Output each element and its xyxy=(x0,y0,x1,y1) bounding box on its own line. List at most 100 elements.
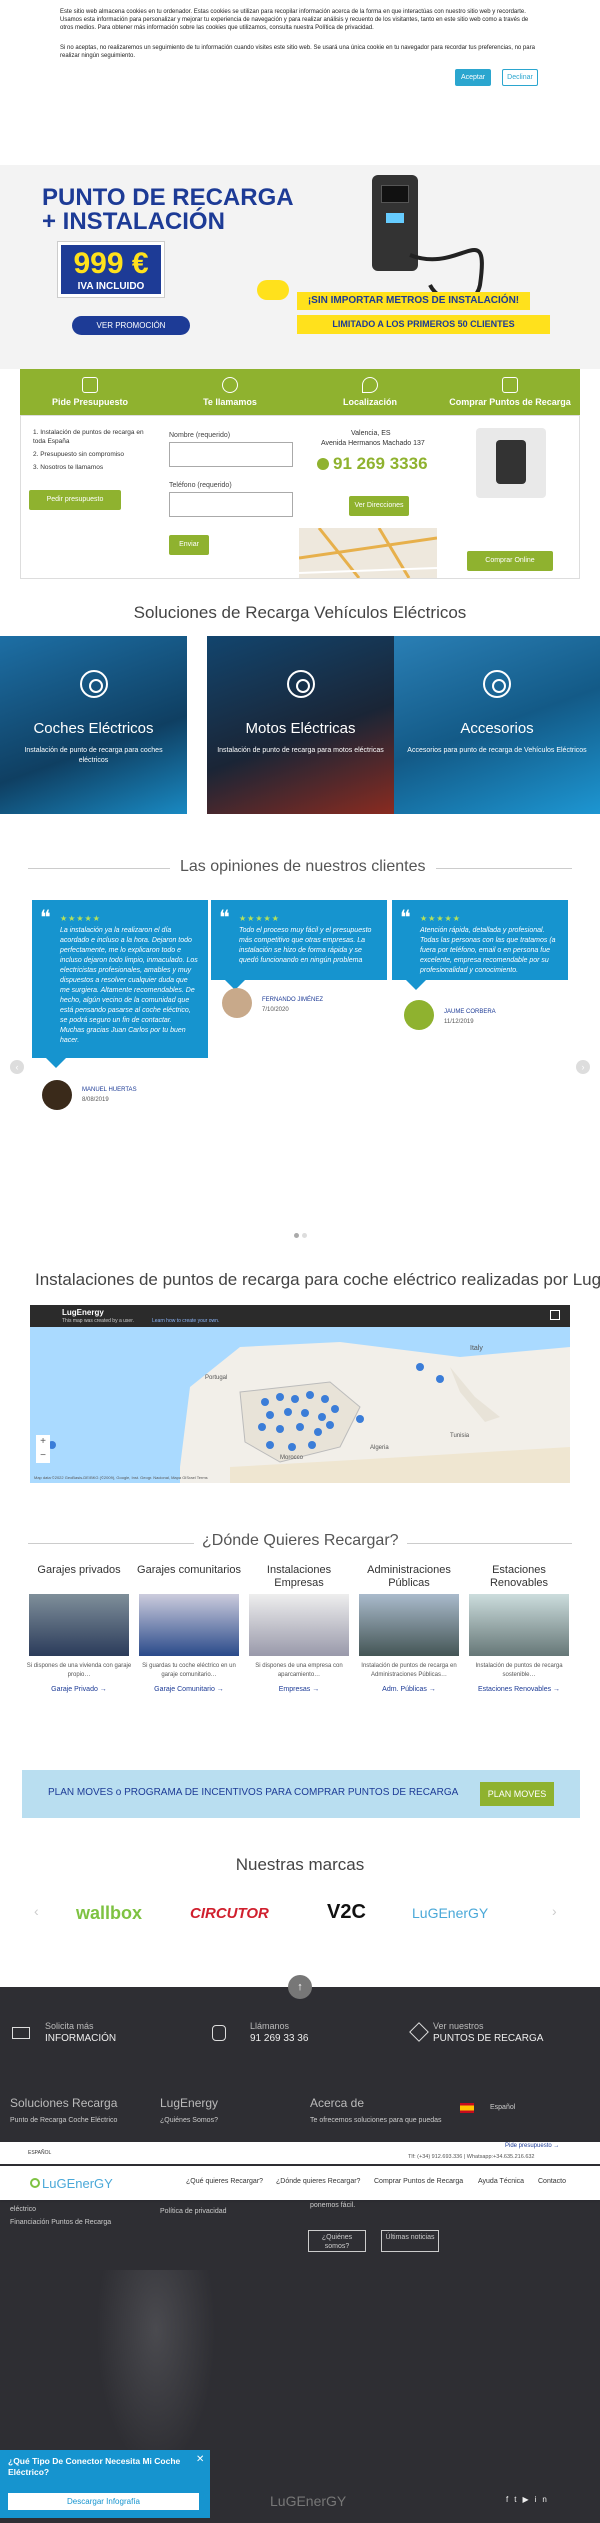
solution-desc: Accesorios para punto de recarga de Vehí… xyxy=(407,747,587,754)
ver-direcciones-button[interactable]: Ver Direcciones xyxy=(349,496,409,516)
phone-number[interactable]: 91 269 3336 xyxy=(333,454,428,474)
brands-prev-arrow[interactable]: ‹ xyxy=(34,1903,39,1919)
tab-localizacion[interactable]: Localización xyxy=(300,369,440,415)
footer: ↑ Solicita más INFORMACIÓN Llámanos 91 2… xyxy=(0,1975,600,2523)
solution-title: Coches Eléctricos xyxy=(33,720,154,737)
enviar-button[interactable]: Enviar xyxy=(169,535,209,555)
facebook-icon[interactable]: f xyxy=(506,2495,514,2504)
accept-cookies-button[interactable]: Aceptar xyxy=(455,69,491,86)
nav-item[interactable]: Contacto xyxy=(538,2178,566,2185)
footer-link[interactable]: Financiación Puntos de Recarga xyxy=(10,2219,111,2226)
language-selector[interactable]: Español xyxy=(490,2104,515,2111)
promo-button[interactable]: VER PROMOCIÓN xyxy=(72,316,190,335)
contact-tabs: Pide Presupuesto Te llamamos Localizació… xyxy=(20,369,580,415)
where-item-link[interactable]: Garaje Privado → xyxy=(24,1686,134,1693)
quote-icon: ❝ xyxy=(40,907,51,929)
price-box: 999 € IVA INCLUIDO xyxy=(58,242,164,297)
quote-link[interactable]: Pide presupuesto → xyxy=(505,2143,559,2149)
about-button[interactable]: ¿Quiénes somos? xyxy=(308,2230,366,2252)
pedir-presupuesto-button[interactable]: Pedir presupuesto xyxy=(29,490,121,510)
where-item-title: Administraciones Públicas xyxy=(367,1564,451,1589)
brands-next-arrow[interactable]: › xyxy=(552,1903,557,1919)
phone-input[interactable] xyxy=(169,492,293,517)
where-item-link[interactable]: Adm. Públicas → xyxy=(354,1686,464,1693)
map-learn-link[interactable]: Learn how to create your own. xyxy=(152,1318,219,1324)
carousel-prev-arrow[interactable]: ‹ xyxy=(10,1060,24,1074)
site-logo[interactable]: LuGEnerGY xyxy=(42,2176,113,2191)
fullscreen-icon[interactable] xyxy=(550,1310,560,1320)
where-garajes-comunitarios[interactable]: Garajes comunitarios Si guardas tu coche… xyxy=(134,1564,244,1693)
installations-map[interactable]: LugEnergy This map was created by a user… xyxy=(30,1305,570,1483)
list-item: 3. Nosotros te llamamos xyxy=(33,464,104,471)
where-item-link[interactable]: Estaciones Renovables → xyxy=(464,1686,574,1693)
phone-icon xyxy=(222,377,238,393)
brand-lugenergy[interactable]: LuGEnerGY xyxy=(412,1905,488,1921)
name-input[interactable] xyxy=(169,442,293,467)
brand-v2c[interactable]: V2C xyxy=(327,1901,366,1924)
cta-phone-link[interactable]: 91 269 33 36 xyxy=(250,2033,308,2044)
where-estaciones[interactable]: Estaciones Renovables Instalación de pun… xyxy=(464,1564,574,1693)
cta-line1: Ver nuestros xyxy=(433,2021,484,2031)
worker-image xyxy=(96,2270,216,2470)
footer-logo[interactable]: LuGEnerGY xyxy=(270,2493,346,2509)
infographic-popup: ¿Qué Tipo De Conector Necesita Mi Coche … xyxy=(0,2450,210,2518)
nav-item[interactable]: ¿Dónde quieres Recargar? xyxy=(276,2178,360,2185)
location-pin-icon xyxy=(362,377,378,393)
footer-link[interactable]: Punto de Recarga Coche Eléctrico xyxy=(10,2117,117,2124)
tab-comprar[interactable]: Comprar Puntos de Recarga xyxy=(440,369,580,415)
avatar xyxy=(42,1080,72,1110)
cart-icon xyxy=(502,377,518,393)
brand-circutor[interactable]: CIRCUTOR xyxy=(190,1905,269,1922)
hero-banner[interactable]: PUNTO DE RECARGA + INSTALACIÓN 999 € IVA… xyxy=(0,165,600,369)
nav-item[interactable]: Ayuda Técnica xyxy=(478,2178,524,2185)
where-garajes-privados[interactable]: Garajes privados Si dispones de una vivi… xyxy=(24,1564,134,1693)
lugenergy-logo-icon xyxy=(30,2178,40,2188)
cta-info-link[interactable]: INFORMACIÓN xyxy=(45,2033,116,2044)
review-text: Todo el proceso muy fácil y el presupues… xyxy=(239,927,372,964)
list-item: 2. Presupuesto sin compromiso xyxy=(33,451,125,458)
carousel-next-arrow[interactable]: › xyxy=(576,1060,590,1074)
tab-presupuesto[interactable]: Pide Presupuesto xyxy=(20,369,160,415)
nav-item[interactable]: ¿Qué quieres Recargar? xyxy=(186,2178,263,2185)
youtube-icon[interactable]: ▶ xyxy=(522,2495,534,2504)
language-switch[interactable]: ESPAÑOL xyxy=(28,2150,51,2156)
footer-link[interactable]: ¿Quiénes Somos? xyxy=(160,2117,218,2124)
solution-accessories[interactable]: Accesorios Accesorios para punto de reca… xyxy=(394,636,600,814)
carousel-dot[interactable] xyxy=(294,1233,299,1238)
review-text: La instalación ya la realizaron el día a… xyxy=(60,927,198,1044)
decline-cookies-button[interactable]: Declinar xyxy=(502,69,538,86)
solution-motos[interactable]: Motos Eléctricas Instalación de punto de… xyxy=(207,636,394,814)
where-item-link[interactable]: Empresas → xyxy=(244,1686,354,1693)
carousel-dot[interactable] xyxy=(302,1233,307,1238)
close-icon[interactable]: ✕ xyxy=(196,2454,204,2465)
review-card: ❝ ★★★★★ Todo el proceso muy fácil y el p… xyxy=(211,900,387,990)
footer-col-title: Acerca de xyxy=(310,2096,365,2110)
map-zoom-control[interactable]: + − xyxy=(36,1435,50,1463)
where-item-title: Instalaciones Empresas xyxy=(266,1564,332,1589)
download-infographic-button[interactable]: Descargar Infografía xyxy=(8,2493,199,2510)
social-icons: ft▶in xyxy=(506,2495,553,2504)
linkedin-icon[interactable]: in xyxy=(535,2495,553,2504)
location-map-thumbnail[interactable] xyxy=(298,527,438,579)
where-empresas[interactable]: Instalaciones Empresas Si dispones de un… xyxy=(244,1564,354,1693)
plan-moves-button[interactable]: PLAN MOVES xyxy=(480,1782,554,1806)
review-date: 11/12/2019 xyxy=(444,1019,474,1025)
tab-te-llamamos[interactable]: Te llamamos xyxy=(160,369,300,415)
nav-item[interactable]: Comprar Puntos de Recarga xyxy=(374,2178,463,2185)
rating-stars: ★★★★★ xyxy=(239,914,280,923)
footer-link[interactable]: eléctrico xyxy=(10,2206,36,2213)
footer-link[interactable]: Política de privacidad xyxy=(160,2208,227,2215)
where-item-desc: Si guardas tu coche eléctrico en un gara… xyxy=(142,1663,236,1678)
brand-wallbox[interactable]: wallbox xyxy=(76,1903,142,1924)
solution-cars[interactable]: Coches Eléctricos Instalación de punto d… xyxy=(0,636,187,814)
address-line-2: Avenida Hermanos Machado 137 xyxy=(321,440,425,447)
where-item-link[interactable]: Garaje Comunitario → xyxy=(134,1686,244,1693)
map-label-italy: Italy xyxy=(470,1345,483,1352)
comprar-online-button[interactable]: Comprar Online xyxy=(467,551,553,571)
map-attribution: Map data ©2022 GeoBasis-DE/BKG (©2009), … xyxy=(34,1475,208,1480)
cta-points-link[interactable]: PUNTOS DE RECARGA xyxy=(433,2033,543,2044)
footer-text: Te ofrecemos soluciones para que puedas xyxy=(310,2117,442,2124)
news-button[interactable]: Últimas noticias xyxy=(381,2230,439,2252)
where-administraciones[interactable]: Administraciones Públicas Instalación de… xyxy=(354,1564,464,1693)
scroll-top-icon[interactable]: ↑ xyxy=(288,1975,312,1999)
